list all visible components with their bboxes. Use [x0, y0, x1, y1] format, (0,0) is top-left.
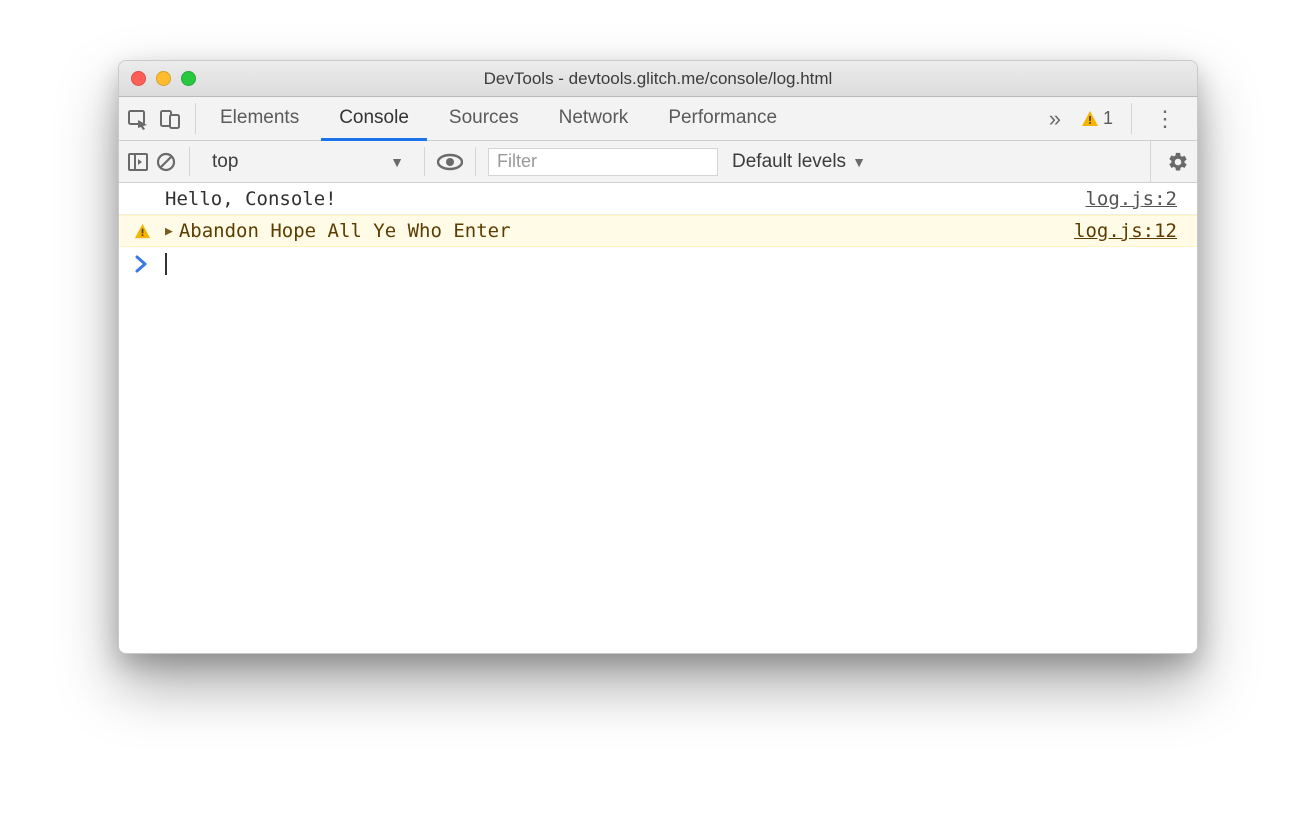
- toggle-console-sidebar-icon[interactable]: [127, 151, 149, 173]
- console-toolbar: top ▼ Default levels ▼: [119, 141, 1197, 183]
- window-minimize-button[interactable]: [156, 71, 171, 86]
- source-link[interactable]: log.js:12: [1074, 220, 1187, 242]
- log-message: Hello, Console!: [165, 188, 337, 210]
- tab-label: Elements: [220, 107, 299, 129]
- devtools-window: DevTools - devtools.glitch.me/console/lo…: [118, 60, 1198, 654]
- live-expression-icon[interactable]: [437, 153, 463, 171]
- main-tabstrip: Elements Console Sources Network Perform…: [119, 97, 1197, 141]
- separator: [1131, 103, 1132, 134]
- context-label: top: [212, 151, 238, 173]
- tab-label: Console: [339, 107, 409, 129]
- row-gutter: [119, 223, 165, 240]
- more-options-button[interactable]: ⋮: [1146, 106, 1185, 132]
- issues-warning-badge[interactable]: 1: [1077, 108, 1117, 129]
- console-output: Hello, Console! log.js:2 ▶ Abandon Hope …: [119, 183, 1197, 653]
- console-prompt[interactable]: [119, 247, 1197, 279]
- warning-icon: [134, 223, 151, 240]
- separator: [195, 103, 196, 134]
- tab-label: Sources: [449, 107, 519, 129]
- chevron-down-icon: ▼: [852, 154, 866, 170]
- panel-tabs: Elements Console Sources Network Perform…: [202, 97, 795, 140]
- separator: [475, 147, 476, 176]
- inspect-controls: [127, 97, 189, 140]
- device-toolbar-icon[interactable]: [159, 108, 181, 130]
- console-row-log: Hello, Console! log.js:2: [119, 183, 1197, 215]
- log-levels-selector[interactable]: Default levels ▼: [724, 151, 874, 173]
- prompt-chevron-icon: [119, 255, 165, 273]
- console-settings-icon[interactable]: [1167, 151, 1189, 173]
- tab-label: Network: [559, 107, 629, 129]
- separator: [424, 147, 425, 176]
- console-settings-wrap: [1150, 141, 1189, 182]
- traffic-lights: [131, 71, 196, 86]
- tabstrip-right: » 1 ⋮: [1041, 97, 1189, 140]
- console-row-warning: ▶ Abandon Hope All Ye Who Enter log.js:1…: [119, 215, 1197, 247]
- separator: [189, 147, 190, 176]
- window-title: DevTools - devtools.glitch.me/console/lo…: [119, 69, 1197, 89]
- tab-console[interactable]: Console: [321, 97, 427, 141]
- tabs-overflow-button[interactable]: »: [1041, 106, 1069, 132]
- inspect-element-icon[interactable]: [127, 108, 149, 130]
- warning-message: Abandon Hope All Ye Who Enter: [179, 220, 511, 242]
- levels-label: Default levels: [732, 151, 846, 173]
- titlebar: DevTools - devtools.glitch.me/console/lo…: [119, 61, 1197, 97]
- tab-sources[interactable]: Sources: [431, 97, 537, 141]
- filter-input[interactable]: [488, 148, 718, 176]
- window-close-button[interactable]: [131, 71, 146, 86]
- tab-network[interactable]: Network: [541, 97, 647, 141]
- clear-console-icon[interactable]: [155, 151, 177, 173]
- tab-performance[interactable]: Performance: [650, 97, 795, 141]
- chevron-down-icon: ▼: [390, 154, 404, 170]
- execution-context-selector[interactable]: top ▼: [202, 147, 412, 177]
- source-link[interactable]: log.js:2: [1085, 188, 1187, 210]
- window-maximize-button[interactable]: [181, 71, 196, 86]
- disclosure-triangle-icon[interactable]: ▶: [165, 224, 173, 239]
- warning-count: 1: [1103, 108, 1113, 129]
- tab-label: Performance: [668, 107, 777, 129]
- warning-icon: [1081, 110, 1099, 128]
- text-cursor: [165, 253, 167, 275]
- tab-elements[interactable]: Elements: [202, 97, 317, 141]
